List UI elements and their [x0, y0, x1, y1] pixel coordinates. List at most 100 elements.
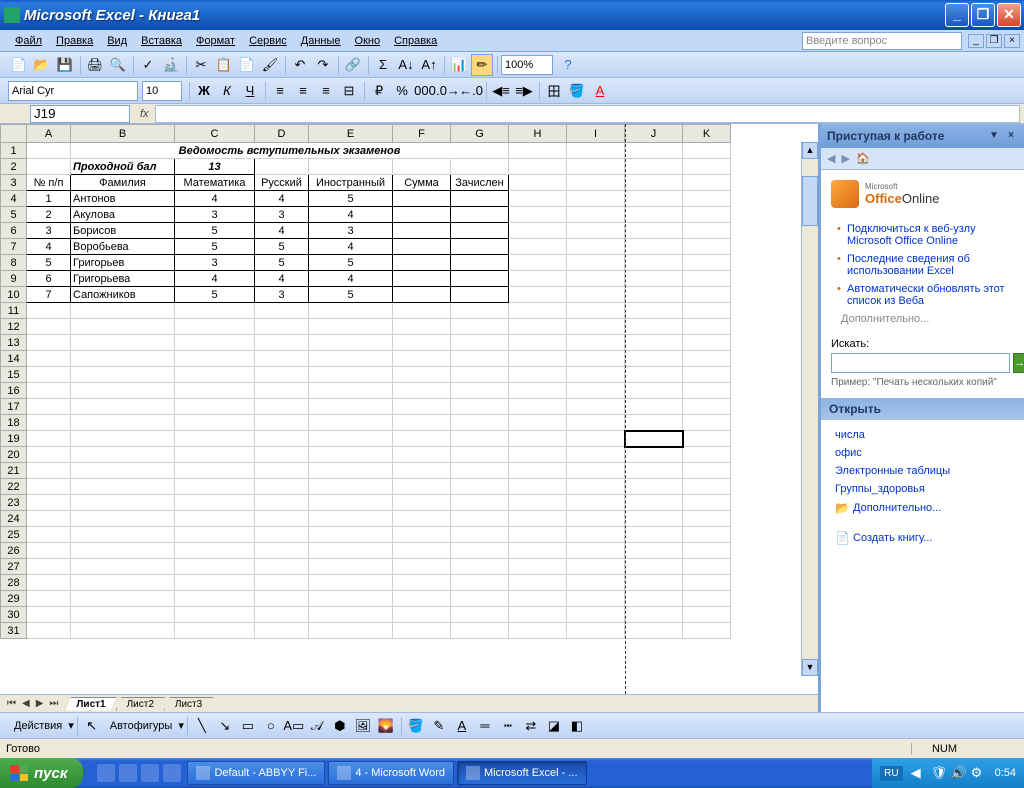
size-combo[interactable]	[142, 81, 182, 101]
mdi-restore[interactable]: ❐	[986, 34, 1002, 48]
cell-C23[interactable]	[175, 495, 255, 511]
cell-C28[interactable]	[175, 575, 255, 591]
cell-H8[interactable]	[509, 255, 567, 271]
cell-D26[interactable]	[255, 543, 309, 559]
cell-D23[interactable]	[255, 495, 309, 511]
cell-B1[interactable]: Ведомость вступительных экзаменов	[71, 143, 509, 159]
cell-B31[interactable]	[71, 623, 175, 639]
row-head-25[interactable]: 25	[1, 527, 27, 543]
cell-H22[interactable]	[509, 479, 567, 495]
cell-D30[interactable]	[255, 607, 309, 623]
clock[interactable]: 0:54	[995, 767, 1016, 779]
cell-J8[interactable]	[625, 255, 683, 271]
line-icon[interactable]: ╲	[191, 715, 213, 737]
cell-A11[interactable]	[27, 303, 71, 319]
help-icon[interactable]: ?	[557, 54, 579, 76]
tp-link-autoupdate[interactable]: Автоматически обновлять этот список из В…	[837, 280, 1014, 310]
close-button[interactable]: ✕	[997, 3, 1021, 27]
row-head-22[interactable]: 22	[1, 479, 27, 495]
cell-E16[interactable]	[309, 383, 393, 399]
cell-F20[interactable]	[393, 447, 451, 463]
picture-icon[interactable]: 🌄	[375, 715, 397, 737]
cell-I30[interactable]	[567, 607, 625, 623]
cell-J21[interactable]	[625, 463, 683, 479]
italic-icon[interactable]: К	[216, 80, 238, 102]
cell-G25[interactable]	[451, 527, 509, 543]
cell-G9[interactable]	[451, 271, 509, 287]
cell-H1[interactable]	[509, 143, 567, 159]
cell-H5[interactable]	[509, 207, 567, 223]
cell-F9[interactable]	[393, 271, 451, 287]
cell-J23[interactable]	[625, 495, 683, 511]
cell-I25[interactable]	[567, 527, 625, 543]
cell-D14[interactable]	[255, 351, 309, 367]
help-search[interactable]	[802, 32, 962, 50]
tray-icon-3[interactable]: 🔊	[951, 765, 967, 781]
cell-H20[interactable]	[509, 447, 567, 463]
row-head-5[interactable]: 5	[1, 207, 27, 223]
cell-C31[interactable]	[175, 623, 255, 639]
cell-H11[interactable]	[509, 303, 567, 319]
cell-B16[interactable]	[71, 383, 175, 399]
row-head-18[interactable]: 18	[1, 415, 27, 431]
cell-E8[interactable]: 5	[309, 255, 393, 271]
cell-A29[interactable]	[27, 591, 71, 607]
row-head-28[interactable]: 28	[1, 575, 27, 591]
cell-I12[interactable]	[567, 319, 625, 335]
diagram-icon[interactable]: ⬢	[329, 715, 351, 737]
cell-C20[interactable]	[175, 447, 255, 463]
cell-F13[interactable]	[393, 335, 451, 351]
align-right-icon[interactable]: ≡	[315, 80, 337, 102]
clipart-icon[interactable]: 🖼	[352, 715, 374, 737]
cell-G26[interactable]	[451, 543, 509, 559]
cell-D16[interactable]	[255, 383, 309, 399]
cell-C19[interactable]	[175, 431, 255, 447]
cell-G16[interactable]	[451, 383, 509, 399]
cell-C8[interactable]: 3	[175, 255, 255, 271]
cell-C16[interactable]	[175, 383, 255, 399]
row-head-17[interactable]: 17	[1, 399, 27, 415]
cell-H29[interactable]	[509, 591, 567, 607]
cell-A23[interactable]	[27, 495, 71, 511]
cell-C2[interactable]: 13	[175, 159, 255, 175]
ql-icon-4[interactable]	[163, 764, 181, 782]
cell-E4[interactable]: 5	[309, 191, 393, 207]
cell-B4[interactable]: Антонов	[71, 191, 175, 207]
cell-G6[interactable]	[451, 223, 509, 239]
cell-C5[interactable]: 3	[175, 207, 255, 223]
cell-F4[interactable]	[393, 191, 451, 207]
indent-dec-icon[interactable]: ◀≡	[490, 80, 512, 102]
cell-K28[interactable]	[683, 575, 731, 591]
sort-asc-icon[interactable]: A↓	[395, 54, 417, 76]
cell-I10[interactable]	[567, 287, 625, 303]
cell-B19[interactable]	[71, 431, 175, 447]
3d-icon[interactable]: ◧	[566, 715, 588, 737]
cell-F10[interactable]	[393, 287, 451, 303]
tab-first-icon[interactable]: ⏮	[4, 698, 19, 709]
cell-E2[interactable]	[309, 159, 393, 175]
hyperlink-icon[interactable]: 🔗	[342, 54, 364, 76]
cell-B18[interactable]	[71, 415, 175, 431]
menu-help[interactable]: Справка	[387, 33, 444, 49]
cell-J28[interactable]	[625, 575, 683, 591]
research-icon[interactable]: 🔬	[160, 54, 182, 76]
open-icon[interactable]: 📂	[31, 54, 53, 76]
cell-G11[interactable]	[451, 303, 509, 319]
cell-J13[interactable]	[625, 335, 683, 351]
cell-E29[interactable]	[309, 591, 393, 607]
cell-F26[interactable]	[393, 543, 451, 559]
cell-J1[interactable]	[625, 143, 683, 159]
cell-C26[interactable]	[175, 543, 255, 559]
cell-D9[interactable]: 4	[255, 271, 309, 287]
menu-tools[interactable]: Сервис	[242, 33, 294, 49]
row-head-1[interactable]: 1	[1, 143, 27, 159]
cell-H4[interactable]	[509, 191, 567, 207]
cell-G21[interactable]	[451, 463, 509, 479]
cell-E31[interactable]	[309, 623, 393, 639]
row-head-21[interactable]: 21	[1, 463, 27, 479]
cell-J20[interactable]	[625, 447, 683, 463]
cell-B23[interactable]	[71, 495, 175, 511]
cell-A21[interactable]	[27, 463, 71, 479]
font-color-icon[interactable]: A	[589, 80, 611, 102]
ql-icon-3[interactable]	[141, 764, 159, 782]
